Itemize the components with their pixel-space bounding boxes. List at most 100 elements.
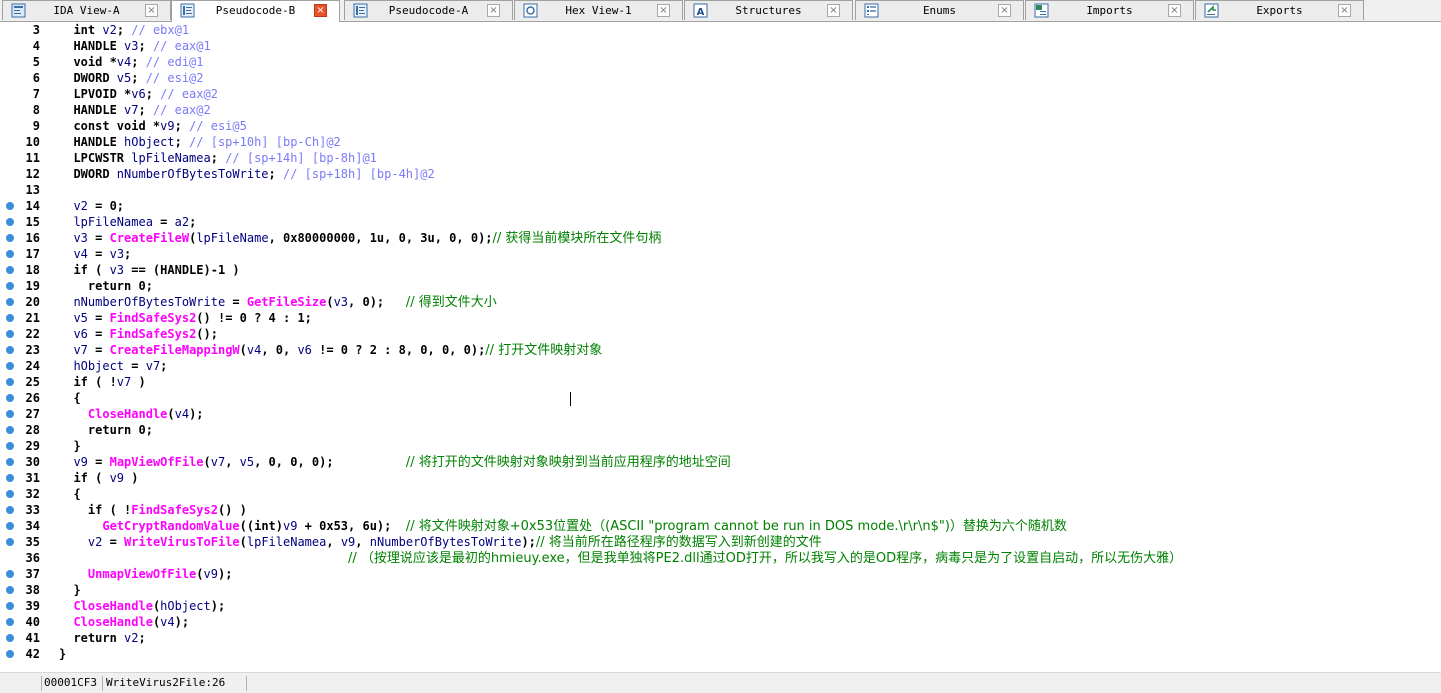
code-line[interactable]: 8 HANDLE v7; // eax@2	[0, 102, 1441, 118]
code-token: lpFileNamea	[59, 215, 153, 229]
code-line[interactable]: 29 }	[0, 438, 1441, 454]
close-icon[interactable]: ×	[487, 4, 500, 17]
code-line[interactable]: 28 return 0;	[0, 422, 1441, 438]
breakpoint-dot-icon[interactable]	[6, 234, 14, 242]
code-text: GetCryptRandomValue((int)v9 + 0x53, 6u);…	[59, 519, 1067, 534]
code-line[interactable]: 11 LPCWSTR lpFileNamea; // [sp+14h] [bp-…	[0, 150, 1441, 166]
code-line[interactable]: 14 v2 = 0;	[0, 198, 1441, 214]
pseudocode-view[interactable]: 3 int v2; // ebx@1 4 HANDLE v3; // eax@1 5…	[0, 22, 1441, 672]
code-line[interactable]: 30 v9 = MapViewOfFile(v7, v5, 0, 0, 0); …	[0, 454, 1441, 470]
close-icon[interactable]: ×	[827, 4, 840, 17]
tab-pseudocode-b[interactable]: Pseudocode-B ×	[171, 0, 340, 22]
code-line[interactable]: 38 }	[0, 582, 1441, 598]
breakpoint-dot-icon[interactable]	[6, 282, 14, 290]
code-token: (	[326, 295, 334, 309]
code-token: return 0;	[59, 279, 153, 293]
breakpoint-dot-icon[interactable]	[6, 506, 14, 514]
breakpoint-dot-icon[interactable]	[6, 570, 14, 578]
breakpoint-dot-icon[interactable]	[6, 650, 14, 658]
breakpoint-dot-icon[interactable]	[6, 426, 14, 434]
code-line[interactable]: 17 v4 = v3;	[0, 246, 1441, 262]
close-icon[interactable]: ×	[314, 4, 327, 17]
breakpoint-dot-icon[interactable]	[6, 538, 14, 546]
code-text: v5 = FindSafeSys2() != 0 ? 4 : 1;	[59, 311, 311, 325]
code-line[interactable]: 39 CloseHandle(hObject);	[0, 598, 1441, 614]
breakpoint-dot-icon[interactable]	[6, 250, 14, 258]
code-token: (	[239, 535, 247, 549]
code-line[interactable]: 4 HANDLE v3; // eax@1	[0, 38, 1441, 54]
code-token: return 0;	[59, 423, 153, 437]
breakpoint-dot-icon[interactable]	[6, 314, 14, 322]
close-icon[interactable]: ×	[145, 4, 158, 17]
code-line[interactable]: 32 {	[0, 486, 1441, 502]
code-line[interactable]: 23 v7 = CreateFileMappingW(v4, 0, v6 != …	[0, 342, 1441, 358]
code-token: // eax@1	[152, 39, 211, 53]
code-line[interactable]: 7 LPVOID *v6; // eax@2	[0, 86, 1441, 102]
code-token: + 0x53, 6u);	[297, 519, 406, 533]
code-line[interactable]: 10 HANDLE hObject; // [sp+10h] [bp-Ch]@2	[0, 134, 1441, 150]
code-text: HANDLE hObject; // [sp+10h] [bp-Ch]@2	[59, 135, 340, 149]
breakpoint-dot-icon[interactable]	[6, 378, 14, 386]
breakpoint-dot-icon[interactable]	[6, 218, 14, 226]
breakpoint-dot-icon[interactable]	[6, 522, 14, 530]
code-line[interactable]: 13	[0, 182, 1441, 198]
code-token: LPVOID *	[59, 87, 132, 101]
code-line[interactable]: 41 return v2;	[0, 630, 1441, 646]
code-line[interactable]: 33 if ( !FindSafeSys2() )	[0, 502, 1441, 518]
tab-ida-view-a[interactable]: IDA View-A ×	[2, 0, 171, 20]
breakpoint-dot-icon[interactable]	[6, 458, 14, 466]
code-line[interactable]: 21 v5 = FindSafeSys2() != 0 ? 4 : 1;	[0, 310, 1441, 326]
tab-hex-view-1[interactable]: Hex View-1 ×	[514, 0, 683, 20]
close-icon[interactable]: ×	[1338, 4, 1351, 17]
code-line[interactable]: 31 if ( v9 )	[0, 470, 1441, 486]
breakpoint-dot-icon[interactable]	[6, 618, 14, 626]
code-line[interactable]: 22 v6 = FindSafeSys2();	[0, 326, 1441, 342]
tab-structures[interactable]: A Structures ×	[684, 0, 853, 20]
code-line[interactable]: 6 DWORD v5; // esi@2	[0, 70, 1441, 86]
code-line[interactable]: 3 int v2; // ebx@1	[0, 22, 1441, 38]
breakpoint-dot-icon[interactable]	[6, 394, 14, 402]
breakpoint-dot-icon[interactable]	[6, 362, 14, 370]
breakpoint-dot-icon[interactable]	[6, 634, 14, 642]
breakpoint-dot-icon[interactable]	[6, 346, 14, 354]
code-line[interactable]: 40 CloseHandle(v4);	[0, 614, 1441, 630]
code-line[interactable]: 35 v2 = WriteVirusToFile(lpFileNamea, v9…	[0, 534, 1441, 550]
code-line[interactable]: 34 GetCryptRandomValue((int)v9 + 0x53, 6…	[0, 518, 1441, 534]
breakpoint-dot-icon[interactable]	[6, 298, 14, 306]
code-line[interactable]: 24 hObject = v7;	[0, 358, 1441, 374]
code-line[interactable]: 18 if ( v3 == (HANDLE)-1 )	[0, 262, 1441, 278]
code-line[interactable]: 5 void *v4; // edi@1	[0, 54, 1441, 70]
tab-pseudocode-a[interactable]: Pseudocode-A ×	[344, 0, 513, 20]
breakpoint-dot-icon[interactable]	[6, 490, 14, 498]
code-token: ;	[189, 215, 197, 229]
breakpoint-dot-icon[interactable]	[6, 202, 14, 210]
close-icon[interactable]: ×	[998, 4, 1011, 17]
code-token: v4	[160, 615, 175, 629]
code-line[interactable]: 42}	[0, 646, 1441, 662]
code-token: v9	[59, 455, 88, 469]
code-line[interactable]: 26 {	[0, 390, 1441, 406]
code-line[interactable]: 16 v3 = CreateFileW(lpFileName, 0x800000…	[0, 230, 1441, 246]
code-line[interactable]: 15 lpFileNamea = a2;	[0, 214, 1441, 230]
breakpoint-dot-icon[interactable]	[6, 442, 14, 450]
code-line[interactable]: 37 UnmapViewOfFile(v9);	[0, 566, 1441, 582]
code-line[interactable]: 27 CloseHandle(v4);	[0, 406, 1441, 422]
breakpoint-dot-icon[interactable]	[6, 410, 14, 418]
close-icon[interactable]: ×	[1168, 4, 1181, 17]
tab-enums[interactable]: Enums ×	[855, 0, 1024, 20]
code-line[interactable]: 9 const void *v9; // esi@5	[0, 118, 1441, 134]
breakpoint-dot-icon[interactable]	[6, 266, 14, 274]
code-line[interactable]: 20 nNumberOfBytesToWrite = GetFileSize(v…	[0, 294, 1441, 310]
code-line[interactable]: 19 return 0;	[0, 278, 1441, 294]
close-icon[interactable]: ×	[657, 4, 670, 17]
breakpoint-dot-icon[interactable]	[6, 602, 14, 610]
breakpoint-dot-icon[interactable]	[6, 474, 14, 482]
breakpoint-dot-icon[interactable]	[6, 330, 14, 338]
code-line[interactable]: 36 // （按理说应该是最初的hmieuy.exe，但是我单独将PE2.dll…	[0, 550, 1441, 566]
code-line[interactable]: 25 if ( !v7 )	[0, 374, 1441, 390]
tab-exports[interactable]: Exports ×	[1195, 0, 1364, 20]
breakpoint-dot-icon[interactable]	[6, 586, 14, 594]
tab-imports[interactable]: Imports ×	[1025, 0, 1194, 20]
code-line[interactable]: 12 DWORD nNumberOfBytesToWrite; // [sp+1…	[0, 166, 1441, 182]
tab-label: Hex View-1	[565, 5, 632, 17]
